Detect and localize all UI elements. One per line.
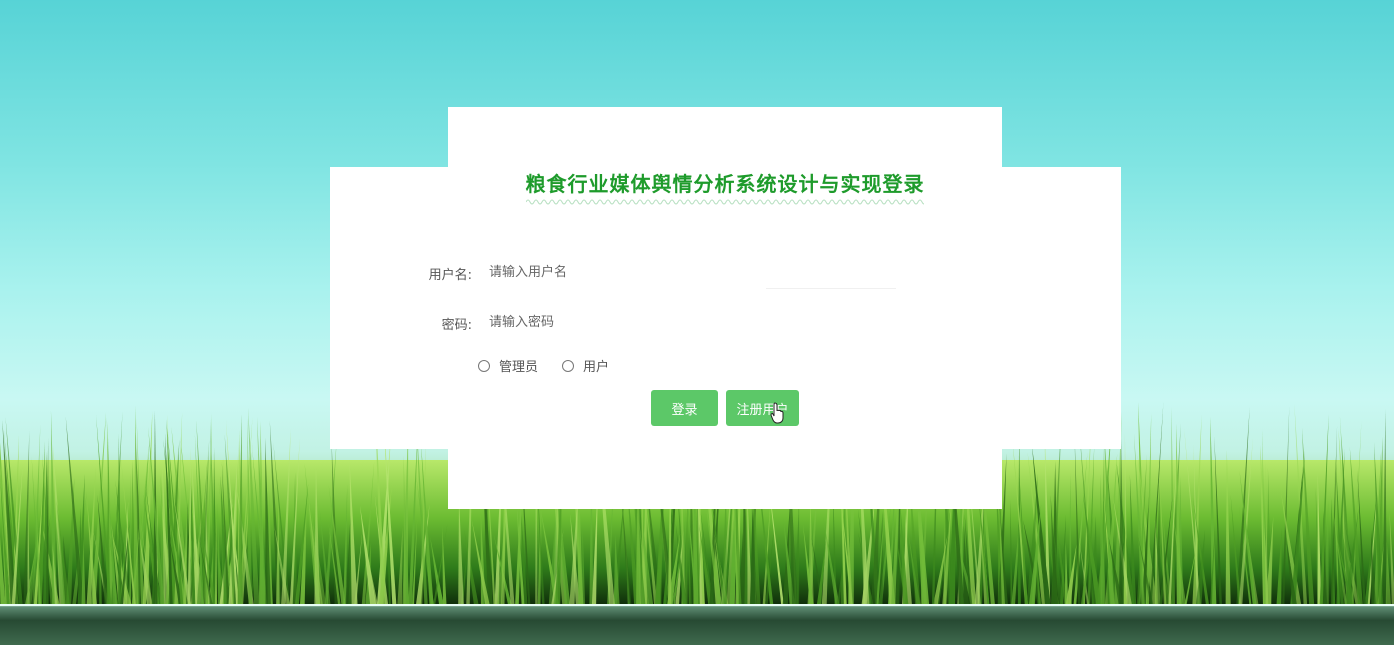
password-label: 密码: [441, 318, 472, 333]
register-button[interactable]: 注册用户 [726, 390, 799, 426]
username-label: 用户名: [428, 268, 472, 283]
radio-circle-icon[interactable] [478, 359, 490, 372]
role-radio-group: 管理员 用户 [478, 356, 633, 375]
radio-circle-icon[interactable] [562, 359, 575, 372]
username-underline [766, 288, 896, 289]
username-input[interactable] [489, 262, 899, 282]
page-title: 粮食行业媒体舆情分析系统设计与实现登录 [525, 172, 925, 196]
hand-pointer-icon [770, 402, 784, 424]
login-page: 粮食行业媒体舆情分析系统设计与实现登录 用户名: 密码: 管理员 用户 登录 注… [0, 0, 1394, 645]
role-label-user: 用户 [583, 360, 610, 375]
title-underline-wave [526, 199, 924, 205]
password-input[interactable] [489, 312, 899, 332]
role-radio-admin[interactable]: 管理员 [478, 356, 538, 375]
role-radio-user[interactable]: 用户 [562, 356, 609, 375]
role-label-admin: 管理员 [499, 360, 539, 375]
water-reflection [0, 604, 1394, 645]
water-line [0, 604, 1394, 606]
login-button[interactable]: 登录 [651, 390, 718, 426]
